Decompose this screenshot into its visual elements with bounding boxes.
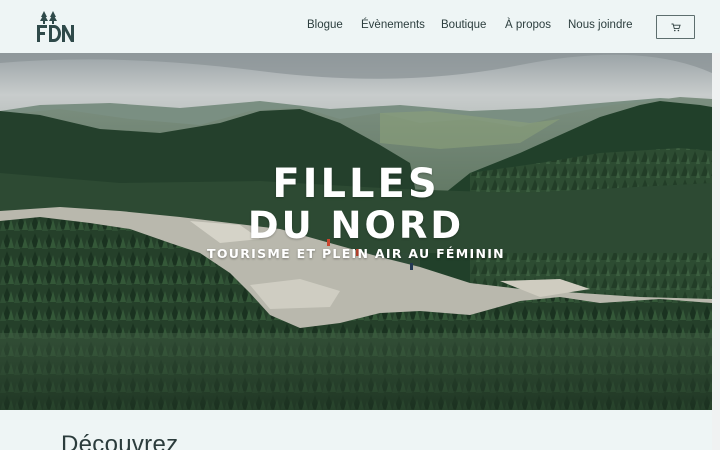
hero-title-line1: FILLES xyxy=(272,161,440,207)
hero-title-line2: DU NORD xyxy=(247,204,465,247)
nav-a-propos[interactable]: À propos xyxy=(505,19,551,31)
section-heading: Découvrez xyxy=(61,431,179,450)
brand-logo[interactable] xyxy=(36,10,74,44)
nav-evenements[interactable]: Évènements xyxy=(361,19,425,31)
scrollbar[interactable] xyxy=(712,53,720,450)
nav-blogue[interactable]: Blogue xyxy=(307,19,343,31)
cart-button[interactable] xyxy=(656,15,695,39)
hero-banner: FILLES DU NORD TOURISME ET PLEIN AIR AU … xyxy=(0,53,712,410)
cart-icon xyxy=(671,23,681,31)
nav-nous-joindre[interactable]: Nous joindre xyxy=(568,19,633,31)
site-header: Blogue Évènements Boutique À propos Nous… xyxy=(0,0,720,53)
nav-boutique[interactable]: Boutique xyxy=(441,19,486,31)
hero-tagline: TOURISME ET PLEIN AIR AU FÉMININ xyxy=(207,246,505,261)
